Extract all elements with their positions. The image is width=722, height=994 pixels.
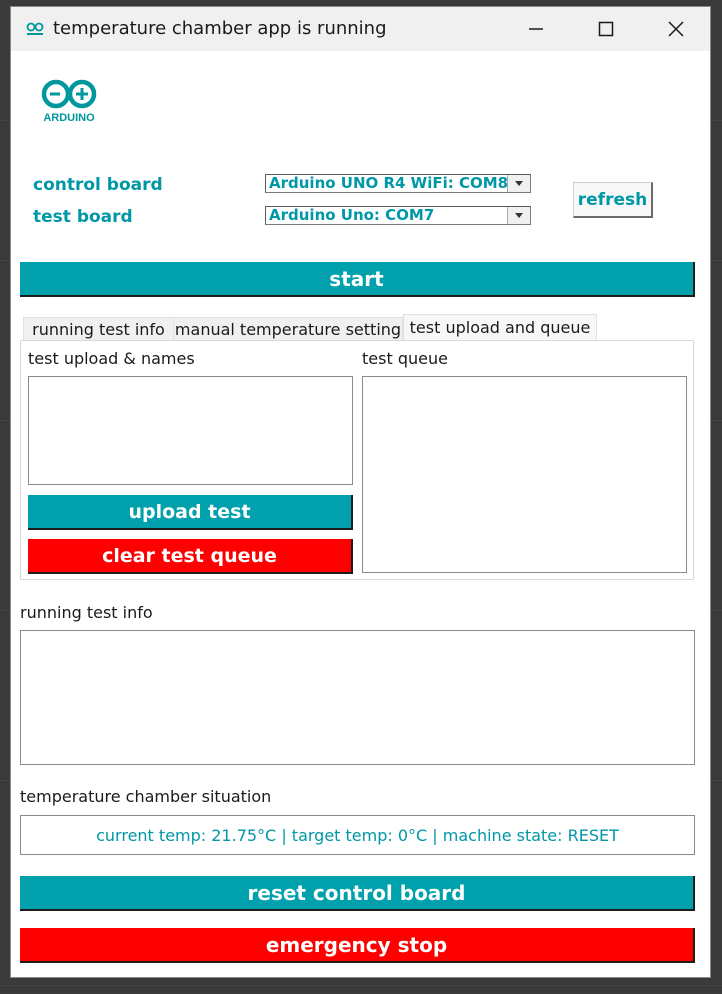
- chamber-situation-label: temperature chamber situation: [20, 787, 272, 806]
- control-board-label: control board: [33, 175, 163, 195]
- reset-control-board-button[interactable]: reset control board: [20, 876, 695, 911]
- tab-panel-test-upload: test upload & names test queue upload te…: [20, 340, 694, 580]
- minimize-button[interactable]: [501, 7, 571, 51]
- chamber-status-display: current temp: 21.75°C | target temp: 0°C…: [20, 815, 695, 855]
- chamber-status-text: current temp: 21.75°C | target temp: 0°C…: [96, 825, 619, 845]
- emergency-stop-button[interactable]: emergency stop: [20, 928, 695, 963]
- close-button[interactable]: [641, 7, 711, 51]
- upload-names-label: test upload & names: [28, 349, 195, 368]
- test-queue-label: test queue: [362, 349, 448, 368]
- logo-text: ARDUINO: [43, 112, 95, 124]
- test-board-label: test board: [33, 207, 133, 227]
- refresh-button[interactable]: refresh: [573, 182, 653, 218]
- window-title: temperature chamber app is running: [53, 18, 387, 39]
- maximize-icon: [598, 21, 614, 37]
- chevron-down-icon[interactable]: [507, 207, 530, 224]
- test-queue-list[interactable]: [362, 376, 687, 573]
- clear-test-queue-button[interactable]: clear test queue: [28, 539, 353, 574]
- tab-manual-temperature-setting[interactable]: manual temperature setting: [173, 317, 403, 342]
- app-window: temperature chamber app is running ARDUI…: [10, 6, 711, 978]
- arduino-logo: ARDUINO: [41, 79, 97, 124]
- chevron-down-icon[interactable]: [507, 175, 530, 192]
- maximize-button[interactable]: [571, 7, 641, 51]
- test-board-select[interactable]: Arduino Uno: COM7: [265, 206, 531, 225]
- running-test-info-label: running test info: [20, 603, 153, 622]
- minimize-icon: [529, 28, 543, 30]
- tab-test-upload-and-queue[interactable]: test upload and queue: [403, 314, 597, 341]
- close-icon: [668, 21, 684, 37]
- upload-names-textarea[interactable]: [28, 376, 353, 485]
- tab-running-test-info[interactable]: running test info: [23, 317, 174, 342]
- control-board-select[interactable]: Arduino UNO R4 WiFi: COM8: [265, 174, 531, 193]
- running-test-info-textarea[interactable]: [20, 630, 695, 765]
- upload-test-button[interactable]: upload test: [28, 495, 353, 530]
- arduino-icon: [26, 22, 44, 35]
- start-button[interactable]: start: [20, 262, 695, 297]
- test-board-value: Arduino Uno: COM7: [269, 206, 435, 224]
- title-bar[interactable]: temperature chamber app is running: [11, 7, 710, 51]
- control-board-value: Arduino UNO R4 WiFi: COM8: [269, 174, 509, 192]
